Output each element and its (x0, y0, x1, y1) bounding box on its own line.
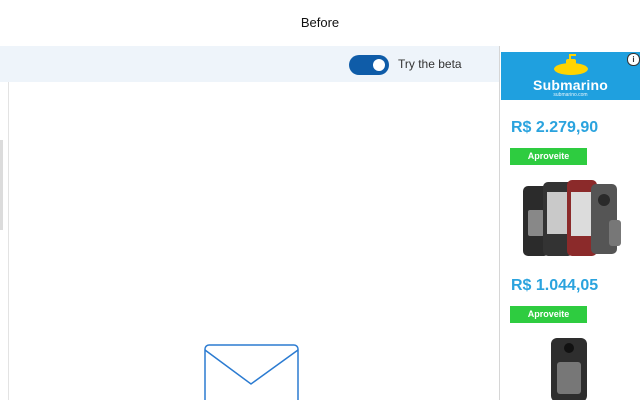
ad-info-icon[interactable]: i (627, 53, 640, 66)
submarine-logo-icon (554, 54, 588, 75)
ad-price[interactable]: R$ 1.044,05 (511, 277, 598, 295)
toggle-knob (373, 59, 385, 71)
pane-divider (8, 82, 9, 400)
scrollbar[interactable] (0, 140, 3, 230)
beta-toggle[interactable] (349, 55, 389, 75)
smartphone-group-image[interactable] (523, 180, 623, 258)
ad-brand: Submarino (533, 77, 608, 93)
ad-panel[interactable]: Submarino submarino.com i R$ 2.279,90 Ap… (501, 52, 640, 400)
window-title: Before (300, 15, 340, 30)
beta-label: Try the beta (398, 57, 462, 71)
ad-brand-sub: submarino.com (553, 92, 588, 98)
ad-price[interactable]: R$ 2.279,90 (511, 119, 598, 137)
envelope-icon (204, 344, 299, 400)
ad-cta-button[interactable]: Aproveite (510, 306, 587, 323)
ad-cta-button[interactable]: Aproveite (510, 148, 587, 165)
smartphone-back-image[interactable] (551, 338, 591, 400)
ad-divider (499, 46, 500, 400)
ad-banner[interactable]: Submarino submarino.com (501, 52, 640, 100)
